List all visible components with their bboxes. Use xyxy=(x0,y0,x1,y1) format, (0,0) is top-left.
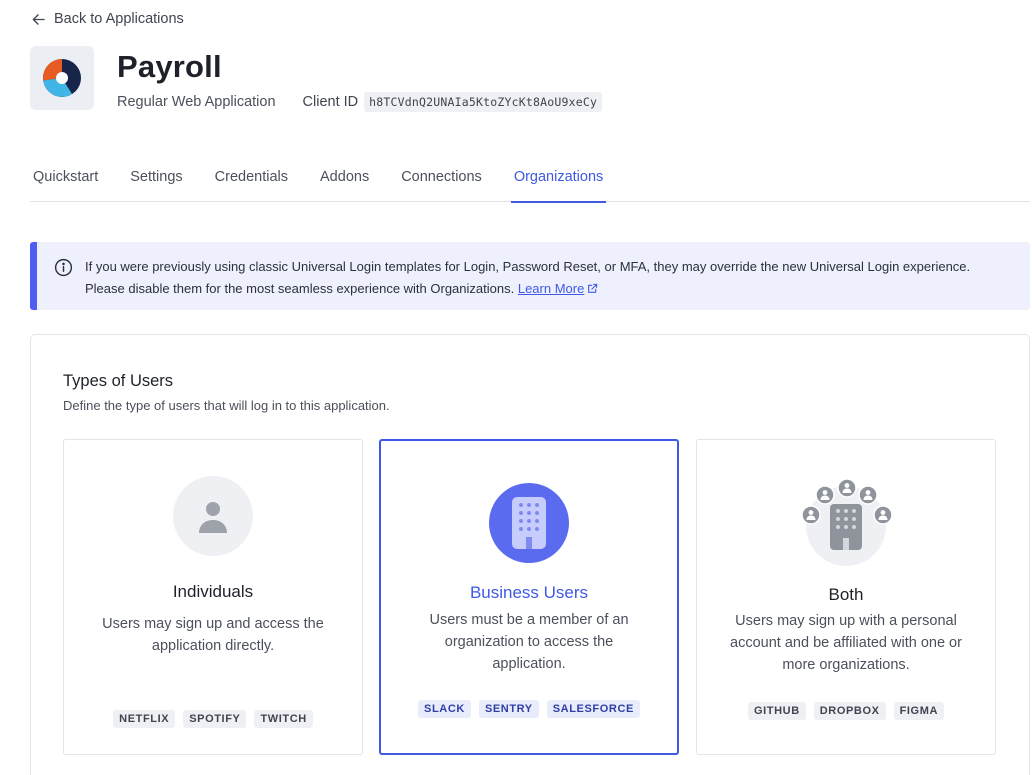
tab-addons[interactable]: Addons xyxy=(317,168,372,202)
user-type-card-individuals[interactable]: Individuals Users may sign up and access… xyxy=(63,439,363,755)
building-icon xyxy=(489,483,569,563)
arrow-left-icon xyxy=(32,13,45,25)
app-tabs: Quickstart Settings Credentials Addons C… xyxy=(30,168,1030,203)
app-title: Payroll xyxy=(117,49,222,84)
info-icon xyxy=(54,258,73,277)
example-chip: NETFLIX xyxy=(113,710,176,728)
app-type: Regular Web Application xyxy=(117,94,276,110)
client-id-value[interactable]: h8TCVdnQ2UNAIa5KtoZYcKt8AoU9xeCy xyxy=(364,92,603,112)
user-type-card-both[interactable]: Both Users may sign up with a personal a… xyxy=(696,439,996,755)
example-chip: SENTRY xyxy=(478,700,539,718)
learn-more-link[interactable]: Learn More xyxy=(518,281,584,296)
section-description: Define the type of users that will log i… xyxy=(63,398,390,413)
example-chip: SALESFORCE xyxy=(546,700,640,718)
external-link-icon[interactable] xyxy=(587,283,598,294)
card-description: Users may sign up and access the applica… xyxy=(102,616,324,654)
tab-settings[interactable]: Settings xyxy=(127,168,185,202)
client-id-label: Client ID xyxy=(302,94,359,110)
user-type-card-business-users[interactable]: Business Users Users must be a member of… xyxy=(379,439,679,755)
example-chip: DROPBOX xyxy=(813,702,886,720)
back-to-applications-link[interactable]: Back to Applications xyxy=(32,11,184,27)
tab-organizations[interactable]: Organizations xyxy=(510,168,607,203)
example-chip: GITHUB xyxy=(747,702,806,720)
card-title: Individuals xyxy=(172,582,254,601)
card-title: Business Users xyxy=(469,583,589,602)
tab-credentials[interactable]: Credentials xyxy=(212,168,291,202)
app-header: Payroll Regular Web Application Client I… xyxy=(30,46,603,112)
example-chip: SPOTIFY xyxy=(183,710,247,728)
person-icon xyxy=(173,476,253,556)
types-of-users-panel: Types of Users Define the type of users … xyxy=(30,334,1030,775)
people-avatars-icon xyxy=(801,478,893,525)
card-title: Both xyxy=(828,585,864,604)
payroll-logo-icon xyxy=(43,59,81,97)
example-chip: TWITCH xyxy=(254,710,313,728)
tab-quickstart[interactable]: Quickstart xyxy=(30,168,101,202)
card-description: Users must be a member of an organizatio… xyxy=(429,612,629,672)
card-description: Users may sign up with a personal accoun… xyxy=(730,613,962,673)
info-banner: If you were previously using classic Uni… xyxy=(30,242,1030,310)
back-link-label: Back to Applications xyxy=(54,11,184,27)
example-chip: SLACK xyxy=(418,700,471,718)
app-logo xyxy=(30,46,94,110)
section-title: Types of Users xyxy=(63,372,174,390)
tab-connections[interactable]: Connections xyxy=(398,168,485,202)
example-chip: FIGMA xyxy=(893,702,945,720)
